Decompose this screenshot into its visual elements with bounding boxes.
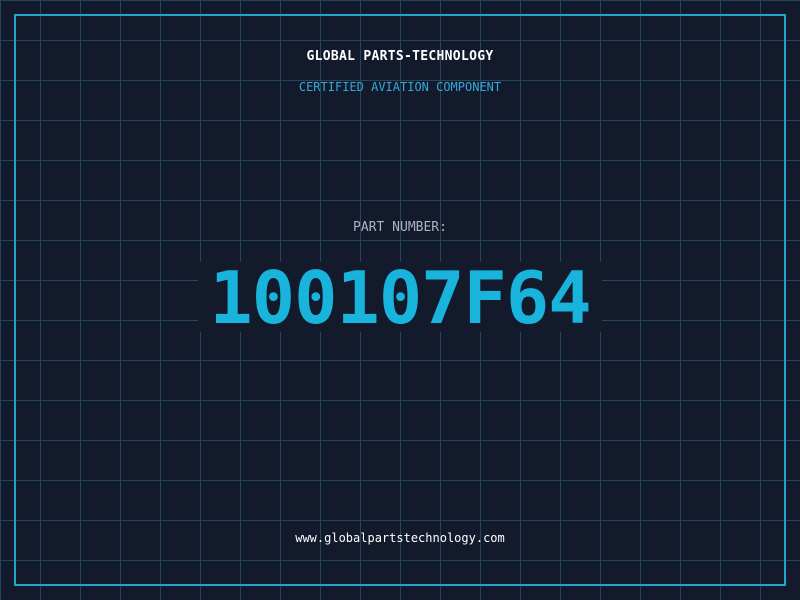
part-label-card: GLOBAL PARTS-TECHNOLOGY CERTIFIED AVIATI… <box>0 0 800 600</box>
brand-name: GLOBAL PARTS-TECHNOLOGY <box>306 49 494 64</box>
brand-tagline: CERTIFIED AVIATION COMPONENT <box>298 80 502 94</box>
part-number-value: 100107F64 <box>209 256 591 340</box>
website-url: www.globalpartstechnology.com <box>295 531 505 545</box>
part-number-label: PART NUMBER: <box>353 220 447 235</box>
